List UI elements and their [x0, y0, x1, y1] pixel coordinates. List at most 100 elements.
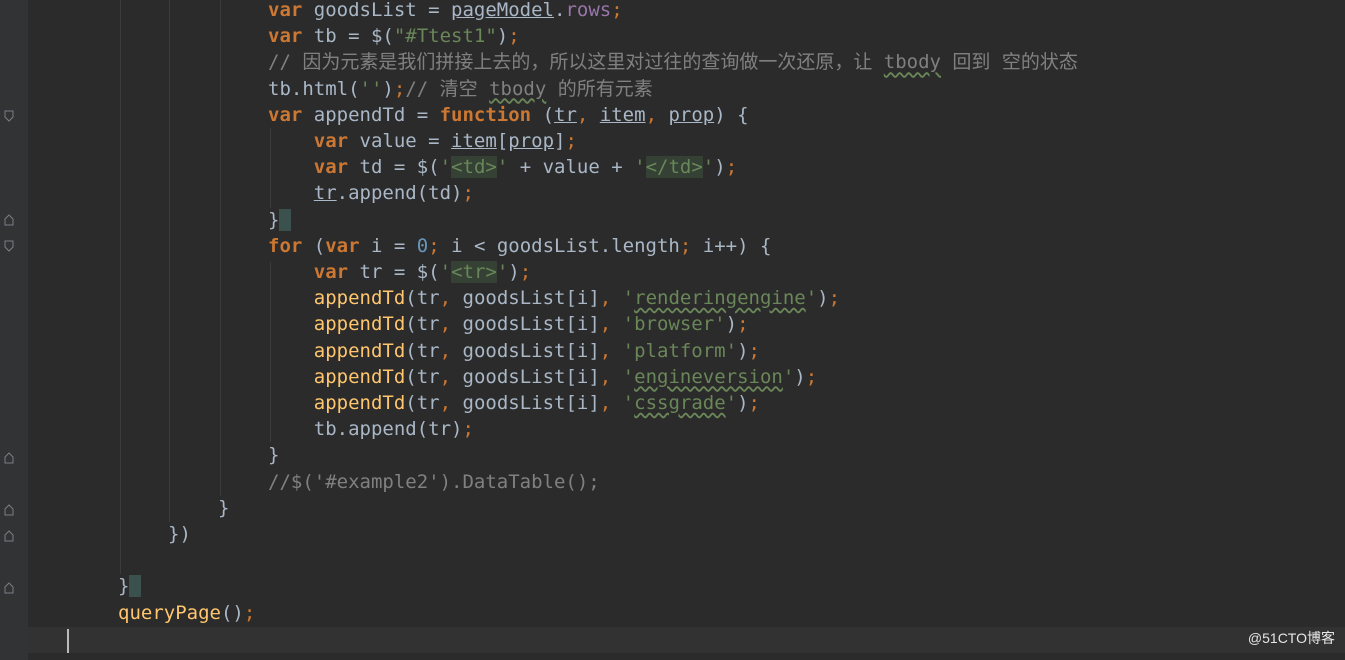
fold-open-icon[interactable]	[4, 110, 14, 122]
code-token: (tr	[405, 287, 440, 310]
code-token: <tr>	[451, 261, 497, 283]
code-token: 'platform'	[622, 339, 738, 362]
code-line[interactable]: }	[218, 495, 229, 521]
code-line[interactable]: for (var i = 0; i < goodsList.length; i+…	[268, 233, 771, 259]
indent-guide	[220, 0, 221, 496]
code-token: ;	[462, 418, 474, 441]
code-token: var	[313, 261, 360, 283]
code-line[interactable]: tb.html('');// 清空 tbody 的所有元素	[268, 76, 653, 102]
code-token: var	[268, 0, 314, 21]
code-token: ,	[599, 287, 623, 310]
code-token: (tr	[405, 365, 440, 388]
code-token: }	[118, 575, 130, 598]
code-line[interactable]: appendTd(tr, goodsList[i], 'engineversio…	[268, 364, 817, 390]
code-token: prop	[668, 103, 715, 126]
code-token: (tr	[405, 339, 440, 362]
code-token: ,	[439, 392, 463, 414]
code-token: goodsList[i]	[462, 313, 600, 336]
code-token: i < goodsList.length	[451, 234, 680, 257]
code-line[interactable]: }	[268, 207, 291, 233]
code-token: goodsList[i]	[462, 365, 600, 388]
fold-open-icon[interactable]	[4, 240, 14, 252]
fold-close-icon[interactable]	[4, 530, 14, 542]
code-token: td = $(	[359, 156, 440, 179]
code-token: tb.html(	[268, 77, 360, 100]
code-token: }	[268, 208, 280, 231]
code-line[interactable]: appendTd(tr, goodsList[i], 'platform');	[268, 338, 760, 364]
code-token: ;	[565, 130, 577, 152]
fold-close-icon[interactable]	[4, 214, 14, 226]
current-line-highlight	[28, 627, 1345, 653]
code-token: tbody	[883, 51, 941, 74]
code-line[interactable]: appendTd(tr, goodsList[i], 'renderingeng…	[268, 285, 840, 311]
code-token: queryPage	[118, 601, 221, 624]
code-line[interactable]: }	[268, 442, 279, 468]
code-token: )	[382, 77, 394, 100]
fold-close-icon[interactable]	[4, 452, 14, 464]
code-line[interactable]: // 因为元素是我们拼接上去的，所以这里对过往的查询做一次还原，让 tbody …	[268, 49, 1078, 75]
code-token: ;	[725, 156, 738, 179]
code-token: var	[325, 234, 371, 257]
code-line[interactable]: tb.append(tr);	[268, 416, 474, 442]
code-token: ,	[439, 313, 463, 336]
code-line[interactable]: appendTd(tr, goodsList[i], 'cssgrade');	[268, 390, 760, 416]
code-token: var	[313, 130, 360, 152]
code-token: .	[554, 0, 566, 21]
code-line[interactable]: var value = item[prop];	[268, 128, 577, 154]
code-token: goodsList	[313, 0, 429, 21]
code-token: (	[542, 103, 555, 126]
code-line[interactable]: var appendTd = function (tr, item, prop)…	[268, 102, 749, 128]
code-token: var	[268, 25, 314, 48]
code-token: </td>	[645, 156, 703, 179]
code-line[interactable]: }	[118, 573, 141, 599]
code-token: '	[622, 392, 635, 414]
code-token: tr	[313, 182, 337, 205]
fold-close-icon[interactable]	[4, 504, 14, 516]
code-line[interactable]: var goodsList = pageModel.rows;	[268, 0, 623, 23]
code-line[interactable]: queryPage();	[118, 600, 255, 626]
code-line[interactable]: var td = $('<td>' + value + '</td>');	[268, 154, 737, 180]
fold-close-icon[interactable]	[4, 582, 14, 594]
code-token: [	[496, 130, 509, 152]
code-token: '	[496, 261, 509, 283]
code-line[interactable]: appendTd(tr, goodsList[i], 'browser');	[268, 311, 749, 337]
code-token: ;	[805, 365, 818, 388]
code-token: ;	[737, 313, 749, 336]
text-caret	[67, 629, 69, 653]
code-token: }	[268, 444, 280, 467]
code-token: )	[737, 339, 749, 362]
code-token: ,	[645, 103, 669, 126]
code-line[interactable]: tr.append(td);	[268, 180, 474, 206]
code-token: tb = $(	[313, 25, 394, 48]
code-token: )	[737, 392, 749, 414]
code-token: ;	[508, 25, 520, 48]
watermark: @51CTO博客	[1247, 630, 1335, 646]
code-token: 回到 空的状态	[940, 51, 1078, 74]
code-token: '	[782, 365, 795, 388]
code-token: rows	[565, 0, 612, 21]
code-token: ;	[393, 77, 406, 100]
code-token: '	[805, 287, 818, 310]
code-token: )	[725, 313, 738, 336]
code-token: '	[439, 156, 452, 179]
code-token: ,	[599, 365, 623, 388]
code-token: item	[599, 103, 646, 126]
code-line[interactable]: })	[168, 521, 191, 547]
code-token: ;	[611, 0, 623, 21]
code-line[interactable]: var tb = $("#Ttest1");	[268, 23, 520, 49]
code-token: ]	[554, 130, 566, 152]
code-token: 的所有元素	[546, 77, 653, 100]
code-token: engineversion	[634, 365, 783, 388]
code-token: '	[496, 156, 509, 179]
code-token: ;	[428, 234, 452, 257]
code-token: '	[439, 261, 452, 283]
code-token: ,	[599, 339, 623, 362]
code-line[interactable]: //$('#example2').DataTable();	[268, 469, 600, 495]
code-token: appendTd	[313, 287, 406, 310]
code-token: i =	[370, 234, 417, 257]
code-line[interactable]: var tr = $('<tr>');	[268, 259, 531, 285]
